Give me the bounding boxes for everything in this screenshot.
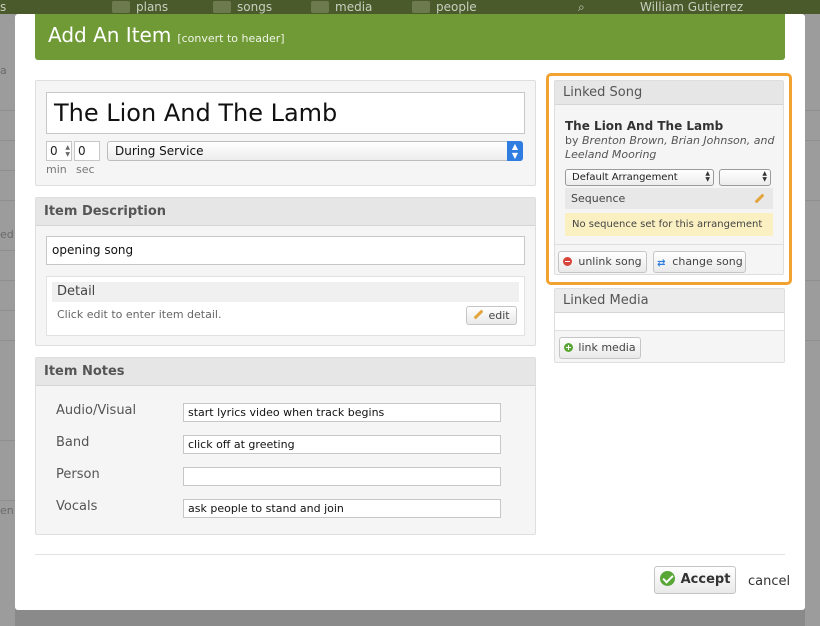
- detail-heading: Detail: [52, 282, 519, 302]
- note-label-vocals: Vocals: [56, 499, 98, 514]
- song-authors: by Brenton Brown, Brian Johnson, and Lee…: [565, 134, 775, 161]
- convert-to-header-link[interactable]: [convert to header]: [177, 32, 284, 45]
- note-field-person[interactable]: [183, 467, 501, 486]
- minutes-stepper-icon[interactable]: ▲ ▼: [65, 144, 70, 158]
- background-search-icon: ⌕: [578, 0, 585, 14]
- background-fragment: a: [0, 64, 7, 77]
- background-nav-people: people: [412, 0, 502, 14]
- cancel-link[interactable]: cancel: [748, 574, 790, 589]
- plans-icon: [112, 1, 130, 13]
- background-fragment: ed: [0, 228, 14, 241]
- sequence-note: No sequence set for this arrangement: [565, 213, 773, 236]
- song-title: The Lion And The Lamb: [565, 119, 724, 133]
- item-title-panel: The Lion And The Lamb 0 ▲ ▼ 0 min sec Duri…: [35, 80, 536, 186]
- description-input[interactable]: opening song: [46, 236, 525, 265]
- note-label-audio-visual: Audio/Visual: [56, 403, 137, 418]
- modal-header: Add An Item [convert to header]: [35, 14, 785, 60]
- item-title-input[interactable]: The Lion And The Lamb: [46, 92, 525, 134]
- edit-sequence-pencil-icon[interactable]: [754, 194, 764, 204]
- minus-circle-icon: [563, 257, 573, 266]
- note-label-band: Band: [56, 435, 90, 450]
- background-left-strip: [0, 14, 15, 626]
- background-right-strip: [805, 14, 820, 626]
- modal-title: Add An Item [convert to header]: [48, 23, 285, 47]
- seconds-label: sec: [76, 163, 95, 176]
- linked-song-highlight: Linked Song The Lion And The Lamb by Bre…: [546, 73, 792, 285]
- pencil-icon: [473, 310, 483, 320]
- check-circle-icon: [659, 571, 675, 586]
- change-song-button[interactable]: ⇄ change song: [653, 251, 746, 273]
- accept-button[interactable]: Accept: [654, 566, 736, 594]
- swap-icon: ⇄: [657, 258, 666, 269]
- arrangement-select[interactable]: Default Arrangement ▲ ▼: [565, 169, 714, 186]
- people-icon: [412, 1, 430, 13]
- detail-text: Click edit to enter item detail.: [57, 308, 222, 321]
- item-description-panel: Item Description opening song Detail Cli…: [35, 197, 536, 346]
- linked-media-list: [555, 313, 784, 331]
- seconds-input[interactable]: 0: [74, 141, 100, 161]
- item-description-heading: Item Description: [36, 198, 535, 226]
- item-notes-heading: Item Notes: [36, 358, 535, 386]
- sequence-heading: Sequence: [565, 188, 773, 209]
- note-field-audio-visual[interactable]: start lyrics video when track begins: [183, 403, 501, 422]
- timing-select[interactable]: During Service ▲ ▼: [107, 141, 523, 161]
- item-notes-panel: Item Notes Audio/Visual start lyrics vid…: [35, 357, 536, 535]
- chevron-up-down-icon: ▲ ▼: [507, 141, 523, 161]
- film-icon: [311, 1, 329, 13]
- minutes-input[interactable]: 0 ▲ ▼: [46, 141, 72, 161]
- linked-song-heading: Linked Song: [555, 81, 783, 105]
- link-media-button[interactable]: link media: [559, 337, 641, 359]
- chevron-up-down-icon: ▲ ▼: [762, 170, 767, 183]
- background-logo: s: [0, 0, 7, 14]
- background-nav-songs: songs: [213, 0, 293, 14]
- divider: [555, 244, 783, 245]
- linked-media-heading: Linked Media: [555, 289, 784, 313]
- edit-detail-button[interactable]: edit: [466, 306, 517, 325]
- modal-title-text: Add An Item: [48, 23, 172, 47]
- add-item-modal: Add An Item [convert to header] The Lion …: [15, 14, 805, 610]
- background-user-name: William Gutierrez: [640, 0, 744, 14]
- plus-circle-icon: [564, 343, 574, 352]
- detail-box: Detail Click edit to enter item detail. …: [46, 276, 525, 336]
- note-label-person: Person: [56, 467, 100, 482]
- background-nav-plans: plans: [112, 0, 192, 14]
- chevron-up-down-icon: ▲ ▼: [705, 170, 710, 183]
- note-field-band[interactable]: click off at greeting: [183, 435, 501, 454]
- linked-media-panel: Linked Media link media: [554, 288, 785, 363]
- unlink-song-button[interactable]: unlink song: [558, 251, 647, 273]
- minutes-label: min: [46, 163, 67, 176]
- footer-divider: [35, 554, 785, 555]
- background-fragment: en: [0, 504, 14, 517]
- linked-song-panel: Linked Song The Lion And The Lamb by Bre…: [554, 80, 784, 275]
- music-note-icon: [213, 1, 231, 13]
- background-nav-media: media: [311, 0, 391, 14]
- key-select[interactable]: ▲ ▼: [719, 169, 771, 186]
- note-field-vocals[interactable]: ask people to stand and join: [183, 499, 501, 518]
